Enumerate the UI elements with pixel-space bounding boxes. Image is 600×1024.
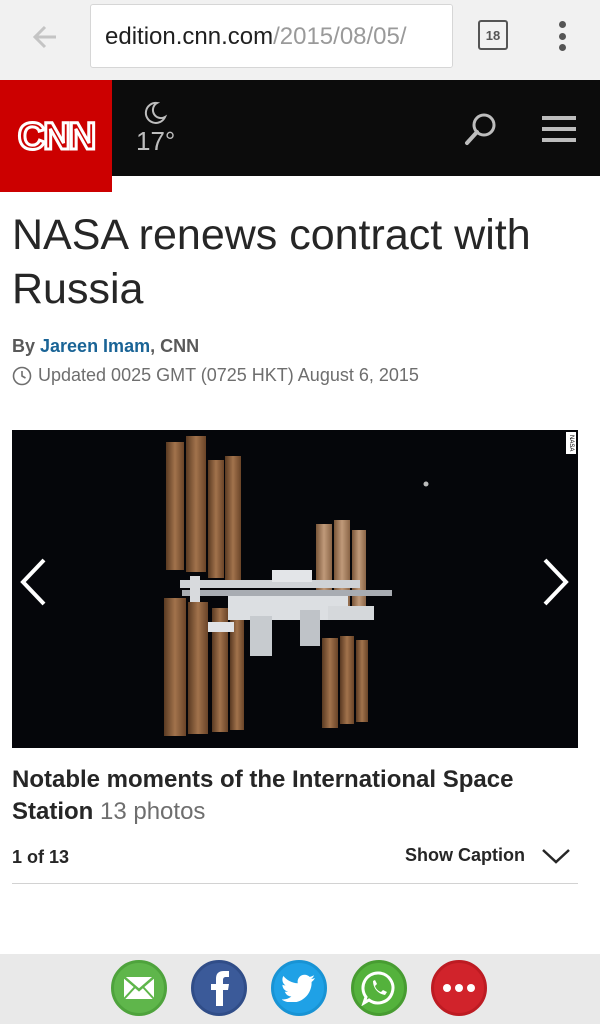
photo-credit: NASA [566, 432, 576, 454]
back-arrow-icon [32, 25, 56, 49]
menu-dot-icon [558, 21, 566, 28]
menu-dot-icon [558, 32, 566, 40]
url-domain: edition.cnn.com [105, 23, 274, 50]
address-bar[interactable]: edition.cnn.com/2015/08/05/ [90, 4, 453, 68]
moon-icon [144, 101, 168, 124]
more-dots-icon [443, 984, 475, 992]
gallery-next-button[interactable] [541, 556, 571, 608]
gallery-title[interactable]: Notable moments of the International Spa… [12, 764, 582, 828]
gallery-photo-count: 13 photos [100, 798, 206, 825]
whatsapp-icon [361, 971, 395, 1006]
envelope-icon [123, 976, 155, 1000]
gallery-previous-button[interactable] [18, 556, 48, 608]
chevron-left-icon [20, 558, 46, 606]
facebook-icon [211, 971, 229, 1006]
cnn-logo[interactable]: CNN [0, 80, 112, 192]
browser-toolbar: edition.cnn.com/2015/08/05/ 18 [0, 0, 600, 80]
share-twitter-button[interactable] [271, 960, 327, 1016]
divider [12, 883, 578, 884]
space-station-image [12, 430, 578, 748]
show-caption-label: Show Caption [405, 845, 525, 865]
menu-line-icon [542, 127, 576, 131]
menu-dot-icon [558, 44, 566, 51]
author-link[interactable]: Jareen Imam [40, 336, 150, 356]
url-path: /2015/08/05/ [273, 23, 407, 50]
search-button[interactable] [462, 110, 500, 148]
chevron-right-icon [543, 558, 569, 606]
byline-prefix: By [12, 336, 41, 356]
share-facebook-button[interactable] [191, 960, 247, 1016]
show-caption-button[interactable]: Show Caption [405, 845, 571, 866]
share-whatsapp-button[interactable] [351, 960, 407, 1016]
twitter-bird-icon [282, 974, 315, 1002]
chevron-down-icon [542, 848, 570, 864]
search-icon [465, 113, 496, 145]
gallery-title-text: Notable moments of the International Spa… [12, 766, 514, 825]
share-more-button[interactable] [431, 960, 487, 1016]
gallery-image[interactable]: NASA [12, 430, 578, 748]
article-headline: NASA renews contract with Russia [12, 211, 531, 313]
menu-line-icon [542, 138, 576, 142]
tab-switcher-button[interactable]: 18 [478, 20, 508, 50]
browser-menu-button[interactable] [550, 18, 574, 54]
share-email-button[interactable] [111, 960, 167, 1016]
menu-line-icon [542, 116, 576, 120]
tab-count: 18 [485, 27, 501, 43]
cnn-logo-text: CNN [18, 116, 94, 158]
byline: By Jareen Imam, CNN [12, 336, 199, 357]
cnn-logo-icon: CNN [16, 115, 97, 160]
url-fade [412, 5, 452, 67]
hamburger-menu-button[interactable] [542, 116, 576, 142]
back-button[interactable] [26, 18, 64, 56]
byline-source: , CNN [150, 336, 200, 356]
temperature: 17° [136, 126, 176, 156]
gallery-counter: 1 of 13 [12, 847, 70, 867]
updated-text: Updated 0025 GMT (0725 HKT) August 6, 20… [38, 365, 419, 385]
updated-timestamp: Updated 0025 GMT (0725 HKT) August 6, 20… [12, 365, 419, 386]
clock-icon [12, 366, 32, 385]
